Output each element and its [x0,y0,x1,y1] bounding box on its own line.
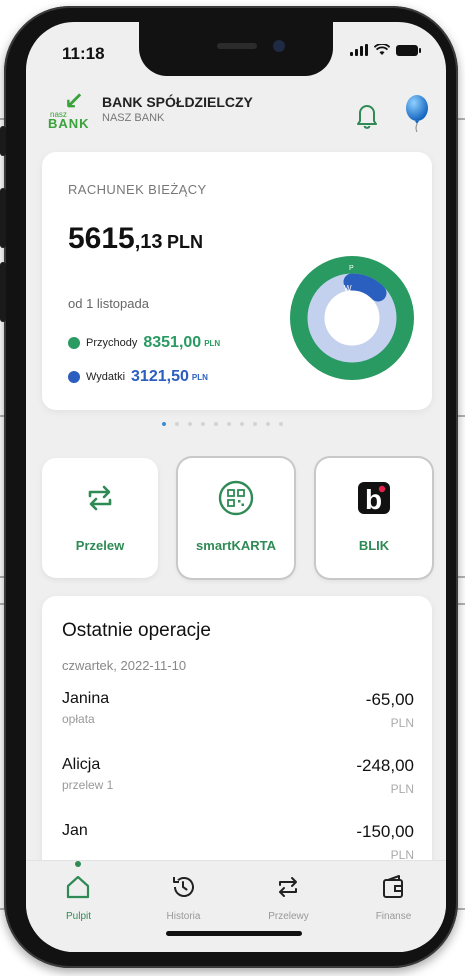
przelew-tile[interactable]: Przelew [42,458,158,578]
camera [273,40,285,52]
recent-title: Ostatnie operacje [62,620,211,641]
blik-tile[interactable]: b BLIK [316,458,432,578]
home-indicator[interactable] [166,931,302,936]
bell-icon[interactable] [352,100,382,130]
wifi-icon [374,44,390,55]
pager-dot[interactable] [201,422,205,426]
transfers-icon [279,877,297,897]
donut-expense-mark: W [344,284,352,293]
recent-date: czwartek, 2022-11-10 [62,658,187,673]
status-icons [350,44,421,56]
smartkarta-tile[interactable]: smartKARTA [178,458,294,578]
silent-switch [0,126,6,156]
operation-amount: -65,00 [365,690,414,709]
blik-icon: b [358,482,390,515]
nav-label: Pulpit [65,911,91,922]
income-label: Przychody [86,337,138,349]
income-value: 8351,00 [143,334,202,351]
transfer-icon [88,485,112,511]
operation-desc: przelew 1 [62,778,114,792]
bank-logo[interactable]: ↙ nasz BANK [48,88,94,132]
account-balance: 5615,13 PLN [68,222,203,256]
bank-name: BANK SPÓŁDZIELCZY [102,94,253,110]
operation-name: Alicja [62,756,101,773]
income-currency: PLN [204,338,221,348]
expenses-legend: Wydatki 3121,50 PLN [68,368,208,386]
nav-przelewy[interactable]: Przelewy [236,861,341,931]
volume-up-button [0,188,6,248]
donut-income-mark: P [349,265,354,272]
donut-center [325,291,379,345]
expenses-label: Wydatki [86,371,126,383]
expenses-currency: PLN [191,372,208,382]
qr-code-icon [218,480,254,516]
nav-label: Historia [166,911,201,922]
operation-name: Janina [62,690,110,707]
bottom-nav: Pulpit Historia Przelewy Finanse [26,860,446,952]
card-pager[interactable] [162,422,283,426]
speaker [217,43,257,49]
operation-desc: opłata [62,712,95,726]
balance-integer: 5615 [68,222,135,255]
income-legend: Przychody 8351,00 PLN [68,334,220,352]
income-dot [68,337,80,349]
status-time: 11:18 [62,44,105,63]
expenses-dot [68,371,80,383]
nav-finanse[interactable]: Finanse [341,861,446,931]
operation-row[interactable]: Janina opłata -65,00 PLN [62,690,414,746]
account-card[interactable]: RACHUNEK BIEŻĄCY 5615,13 PLN od 1 listop… [42,152,432,410]
balance-currency: PLN [167,232,204,252]
tile-label: Przelew [75,538,125,553]
bank-subtitle: NASZ BANK [102,112,165,124]
volume-down-button [0,262,6,322]
operation-name: Jan [62,822,88,839]
balloon-avatar-icon[interactable] [404,94,430,132]
expenses-value: 3121,50 [131,368,189,385]
nav-active-dot [75,861,81,867]
nav-pulpit[interactable]: Pulpit [26,861,131,931]
phone-frame: 11:18 ↙ nasz BANK BANK SPÓŁDZIELCZY NASZ… [0,6,458,968]
home-icon [66,875,90,899]
operation-currency: PLN [390,782,414,796]
pager-dot[interactable] [227,422,231,426]
battery-icon [396,44,421,56]
history-icon [173,877,194,897]
pager-dot[interactable] [188,422,192,426]
nav-historia[interactable]: Historia [131,861,236,931]
logo-arrow-icon: ↙ [64,88,85,115]
balance-decimal: ,13 [134,231,163,253]
nav-label: Finanse [375,911,412,922]
logo-big-text: BANK [48,116,90,131]
screen: 11:18 ↙ nasz BANK BANK SPÓŁDZIELCZY NASZ… [26,22,446,952]
operation-amount: -248,00 [356,756,414,775]
tile-label: smartKARTA [196,538,276,553]
operation-amount: -150,00 [356,822,414,841]
nav-label: Przelewy [268,911,309,922]
pager-dot[interactable] [266,422,270,426]
pager-dot[interactable] [279,422,283,426]
account-label: RACHUNEK BIEŻĄCY [68,182,207,197]
pager-dot[interactable] [214,422,218,426]
signal-icon [350,44,368,56]
operation-row[interactable]: Alicja przelew 1 -248,00 PLN [62,756,414,812]
income-expense-donut: P W [290,256,414,380]
tile-label: BLIK [358,538,390,553]
app-header: ↙ nasz BANK BANK SPÓŁDZIELCZY NASZ BANK [46,86,428,142]
period-label: od 1 listopada [68,296,149,311]
pager-dot[interactable] [162,422,166,426]
operation-currency: PLN [390,716,414,730]
notch [139,22,333,76]
wallet-icon [383,875,403,898]
pager-dot[interactable] [253,422,257,426]
pager-dot[interactable] [240,422,244,426]
pager-dot[interactable] [175,422,179,426]
